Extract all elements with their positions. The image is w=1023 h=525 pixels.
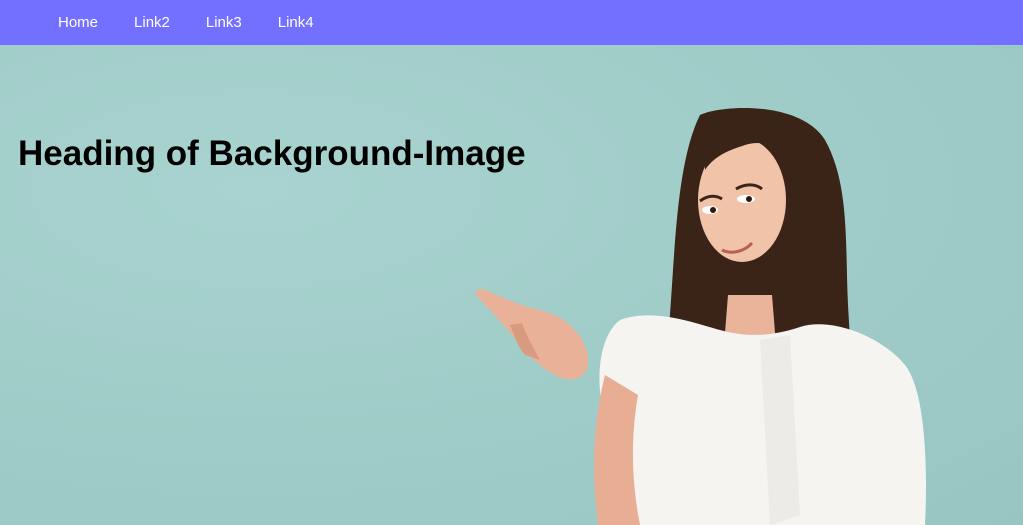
- top-navbar: Home Link2 Link3 Link4: [0, 0, 1023, 45]
- hero-section: Heading of Background-Image: [0, 45, 1023, 525]
- nav-link-4[interactable]: Link4: [260, 0, 332, 45]
- hero-heading: Heading of Background-Image: [18, 134, 526, 173]
- hero-background-image: [475, 107, 926, 525]
- nav-link-2[interactable]: Link2: [116, 0, 188, 45]
- nav-link-home[interactable]: Home: [40, 0, 116, 45]
- nav-link-3[interactable]: Link3: [188, 0, 260, 45]
